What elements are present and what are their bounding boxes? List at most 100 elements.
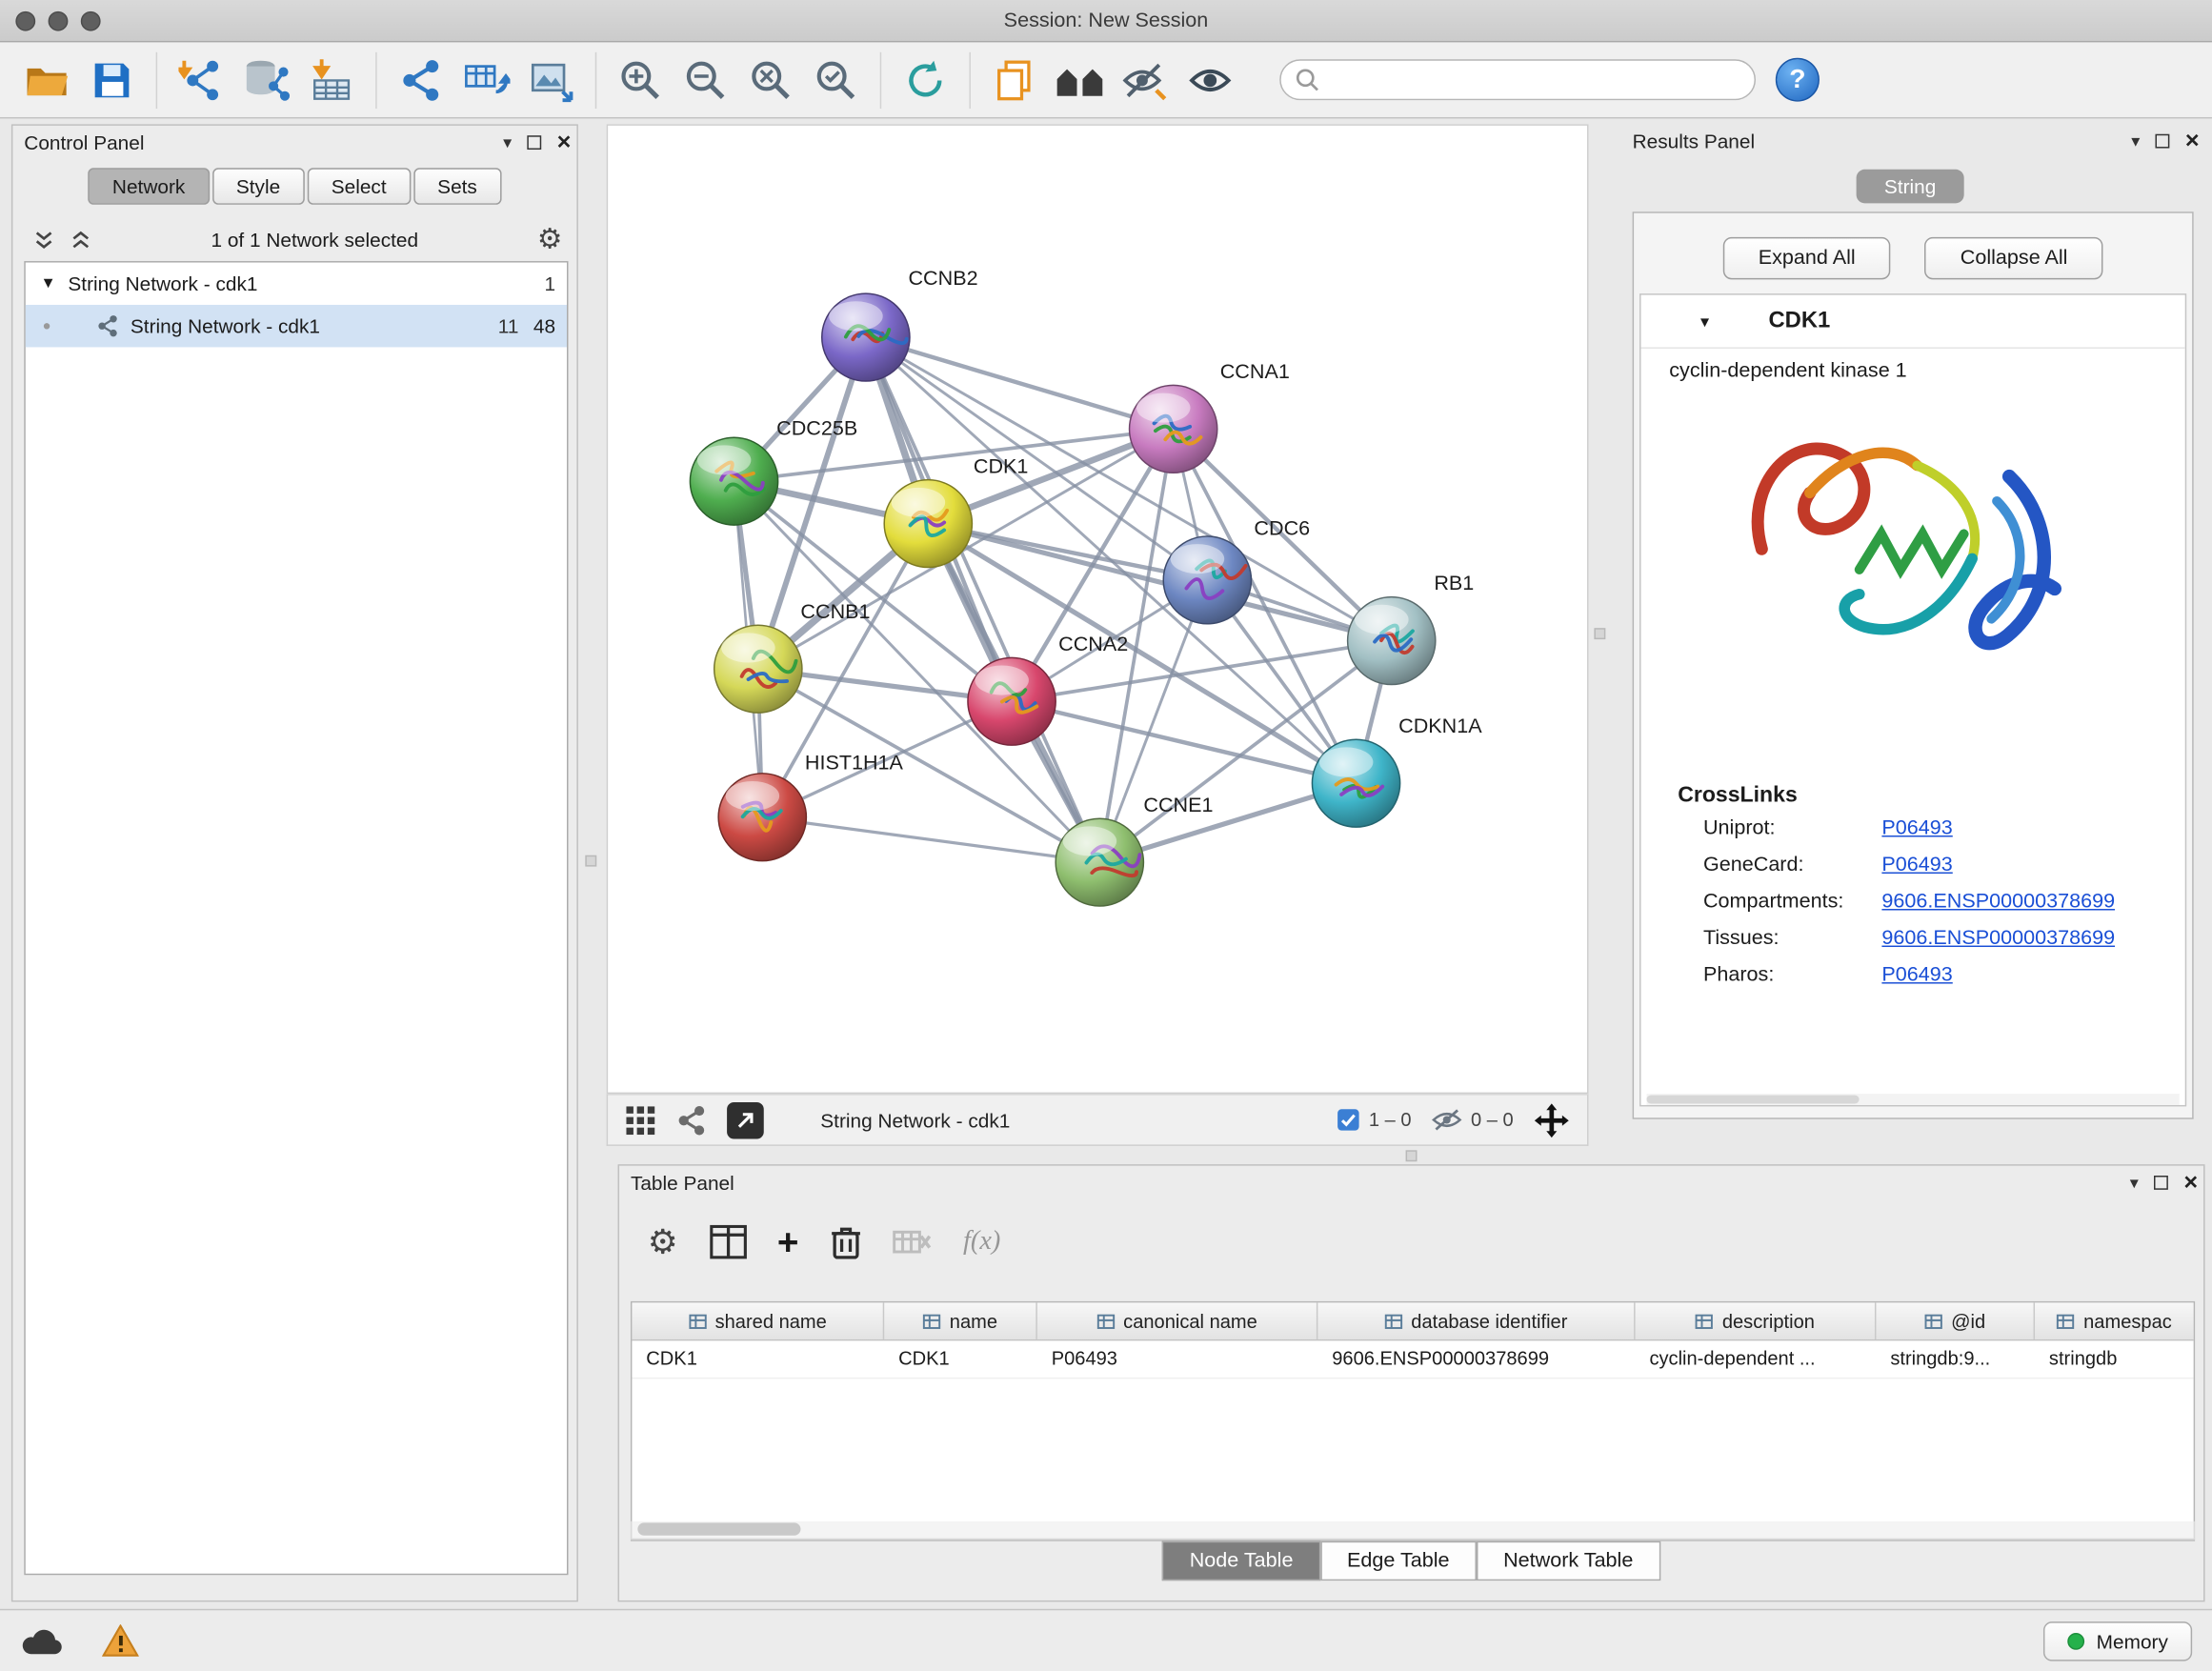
add-column-icon[interactable]: + xyxy=(777,1228,799,1257)
results-panel-close-icon[interactable]: × xyxy=(2185,134,2200,149)
apply-layout-button[interactable] xyxy=(893,50,957,110)
results-panel-collapse-icon[interactable]: ▾ xyxy=(2131,131,2140,151)
table-panel-float-icon[interactable] xyxy=(2154,1176,2168,1190)
network-canvas[interactable]: CCNB2CCNA1CDC25BCDK1CDC6RB1CCNB1CCNA2CDK… xyxy=(607,124,1589,1094)
show-columns-icon[interactable] xyxy=(710,1225,747,1259)
network-collection-row[interactable]: ▼ String Network - cdk1 1 xyxy=(26,263,567,305)
delete-column-trash-icon[interactable] xyxy=(830,1224,861,1259)
column-header[interactable]: shared name xyxy=(632,1302,884,1339)
network-graph[interactable]: CCNB2CCNA1CDC25BCDK1CDC6RB1CCNB1CCNA2CDK… xyxy=(608,126,1587,1093)
network-view-title: String Network - cdk1 xyxy=(820,1109,1317,1132)
string-home-button[interactable] xyxy=(1047,50,1112,110)
genecard-link[interactable]: P06493 xyxy=(1881,854,1952,876)
tab-network[interactable]: Network xyxy=(89,168,210,205)
import-table-from-file-button[interactable] xyxy=(299,50,364,110)
collapse-all-button[interactable]: Collapse All xyxy=(1925,237,2103,279)
tab-sets[interactable]: Sets xyxy=(413,168,501,205)
control-panel-float-icon[interactable] xyxy=(527,135,541,150)
tree-expand-icon[interactable]: ▼ xyxy=(37,275,60,292)
tab-edge-table[interactable]: Edge Table xyxy=(1320,1541,1477,1580)
control-panel-close-icon[interactable]: × xyxy=(557,135,572,150)
selected-nodes-counter: 1 – 0 xyxy=(1337,1108,1412,1132)
table-settings-gear-icon[interactable]: ⚙ xyxy=(648,1221,678,1262)
zoom-out-icon xyxy=(683,57,729,102)
zoom-fit-button[interactable] xyxy=(738,50,803,110)
new-network-button[interactable] xyxy=(389,50,453,110)
network-node-ccne1[interactable]: CCNE1 xyxy=(1056,794,1213,906)
cloud-icon[interactable] xyxy=(20,1625,63,1657)
export-arrow-icon xyxy=(735,1110,755,1130)
expand-all-button[interactable]: Expand All xyxy=(1723,237,1891,279)
control-panel-tabs: Network Style Select Sets xyxy=(12,168,576,205)
network-edge[interactable] xyxy=(762,817,1099,862)
network-node-cdkn1a[interactable]: CDKN1A xyxy=(1312,715,1482,827)
column-header[interactable]: description xyxy=(1636,1302,1877,1339)
import-network-from-database-button[interactable] xyxy=(233,50,298,110)
column-header[interactable]: namespac xyxy=(2035,1302,2194,1339)
birdseye-navigator-icon[interactable] xyxy=(1533,1101,1570,1138)
toolbar-separator xyxy=(880,51,881,108)
network-edge[interactable] xyxy=(928,524,1391,641)
pharos-link[interactable]: P06493 xyxy=(1881,964,1952,987)
results-panel-float-icon[interactable] xyxy=(2156,134,2170,149)
refresh-icon xyxy=(903,57,949,102)
tab-style[interactable]: Style xyxy=(212,168,305,205)
network-row-selected[interactable]: ● String Network - cdk1 11 48 xyxy=(26,305,567,347)
node-label: CDKN1A xyxy=(1398,715,1482,737)
left-splitter-handle[interactable] xyxy=(585,856,596,867)
column-header[interactable]: @id xyxy=(1876,1302,2035,1339)
gear-icon[interactable]: ⚙ xyxy=(537,222,563,257)
results-horizontal-scrollbar[interactable] xyxy=(1646,1094,2179,1105)
table-panel-close-icon[interactable]: × xyxy=(2183,1176,2198,1190)
collapse-all-icon[interactable] xyxy=(32,228,55,251)
column-header[interactable]: database identifier xyxy=(1317,1302,1635,1339)
compartments-link[interactable]: 9606.ENSP00000378699 xyxy=(1881,891,2115,914)
expand-all-icon[interactable] xyxy=(70,228,92,251)
bottom-splitter-handle[interactable] xyxy=(1406,1150,1418,1161)
hidden-nodes-counter: 0 – 0 xyxy=(1431,1108,1513,1132)
import-network-from-file-button[interactable] xyxy=(169,50,233,110)
network-view-icon[interactable] xyxy=(676,1104,708,1136)
table-row[interactable]: CDK1 CDK1 P06493 9606.ENSP00000378699 cy… xyxy=(632,1340,2193,1379)
network-from-table-button[interactable] xyxy=(453,50,518,110)
column-header[interactable]: name xyxy=(884,1302,1037,1339)
column-type-icon xyxy=(1696,1313,1714,1328)
network-edge[interactable] xyxy=(866,337,1174,429)
memory-button[interactable]: Memory xyxy=(2044,1621,2193,1660)
uniprot-link[interactable]: P06493 xyxy=(1881,817,1952,840)
hide-annotations-button[interactable] xyxy=(1113,50,1177,110)
network-node-cdk1[interactable]: CDK1 xyxy=(884,454,1028,567)
column-header[interactable]: canonical name xyxy=(1037,1302,1318,1339)
export-network-button[interactable] xyxy=(727,1101,764,1138)
tissues-link[interactable]: 9606.ENSP00000378699 xyxy=(1881,927,2115,950)
control-panel-collapse-icon[interactable]: ▾ xyxy=(503,132,512,152)
search-input[interactable] xyxy=(1320,70,1739,91)
table-panel-collapse-icon[interactable]: ▾ xyxy=(2130,1173,2139,1193)
main-toolbar: ? xyxy=(0,42,2212,118)
zoom-in-button[interactable] xyxy=(608,50,673,110)
network-node-hist1h1a[interactable]: HIST1H1A xyxy=(718,751,903,860)
export-image-button[interactable] xyxy=(518,50,583,110)
grid-view-icon[interactable] xyxy=(625,1104,656,1136)
help-button[interactable]: ? xyxy=(1776,58,1820,102)
string-tab-badge[interactable]: String xyxy=(1856,170,1964,204)
open-session-button[interactable] xyxy=(14,50,79,110)
copy-document-button[interactable] xyxy=(982,50,1047,110)
network-edge[interactable] xyxy=(866,337,1099,862)
zoom-selected-button[interactable] xyxy=(803,50,868,110)
network-node-rb1[interactable]: RB1 xyxy=(1348,572,1475,684)
network-node-ccna1[interactable]: CCNA1 xyxy=(1130,360,1290,473)
table-horizontal-scrollbar[interactable] xyxy=(631,1521,2195,1540)
zoom-out-button[interactable] xyxy=(674,50,738,110)
tab-network-table[interactable]: Network Table xyxy=(1477,1541,1660,1580)
right-splitter-handle[interactable] xyxy=(1594,628,1605,639)
toolbar-search[interactable] xyxy=(1279,59,1756,100)
tab-select[interactable]: Select xyxy=(307,168,410,205)
save-session-button[interactable] xyxy=(79,50,144,110)
show-annotations-button[interactable] xyxy=(1177,50,1242,110)
warning-icon[interactable] xyxy=(102,1624,139,1657)
tab-node-table[interactable]: Node Table xyxy=(1162,1541,1319,1580)
control-panel: Control Panel ▾ × Network Style Select S… xyxy=(11,124,578,1601)
network-node-ccnb1[interactable]: CCNB1 xyxy=(714,600,871,713)
entry-collapse-icon[interactable]: ▾ xyxy=(1700,312,1709,332)
